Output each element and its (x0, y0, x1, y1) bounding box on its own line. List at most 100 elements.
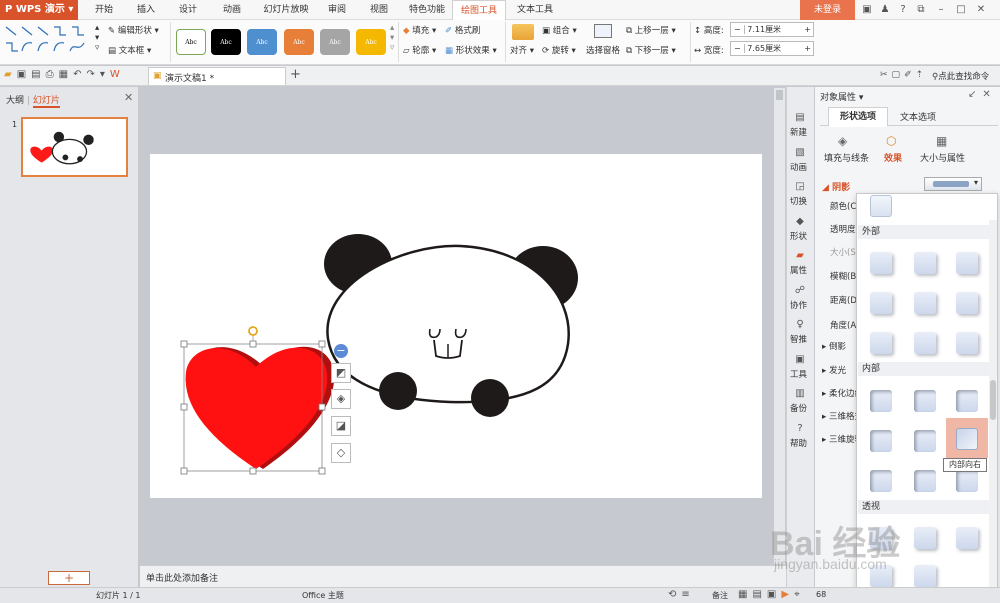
close-window-icon[interactable]: ✕ (972, 2, 990, 18)
scroll-thumb[interactable] (776, 90, 783, 100)
height-increment[interactable]: + (804, 23, 811, 36)
align-button[interactable]: 对齐 (510, 46, 527, 56)
slide-thumbnail[interactable] (21, 117, 128, 177)
vertical-scrollbar[interactable] (774, 88, 785, 564)
tab-view[interactable]: 视图 (362, 0, 396, 20)
shape-style-4[interactable]: Abc (284, 29, 314, 55)
selection-pane-button[interactable]: 选择窗格 (586, 44, 620, 56)
outer-shadow-cell[interactable] (870, 332, 892, 354)
tab-slides[interactable]: 幻灯片 (32, 96, 60, 108)
sidebar-transition-button[interactable]: 切换 (790, 195, 807, 207)
fill-tool-icon[interactable]: ◈ (331, 389, 351, 409)
bring-forward-button[interactable]: 上移一层 (635, 26, 669, 36)
maximize-icon[interactable]: □ (952, 2, 970, 18)
no-shadow-cell[interactable] (870, 195, 892, 217)
preview-icon[interactable]: ▦ (59, 69, 73, 80)
normal-view-icon[interactable]: ▦ (738, 589, 752, 600)
open-icon[interactable]: ▰ (4, 69, 17, 80)
outer-shadow-cell[interactable] (914, 292, 936, 314)
shirt-icon[interactable]: ♟ (876, 2, 894, 18)
sorter-view-icon[interactable]: ▤ (752, 589, 766, 600)
tab-drawing-tools[interactable]: 绘图工具 (452, 0, 506, 20)
inner-shadow-cell[interactable] (914, 430, 936, 452)
reset-icon[interactable]: ⟲ (668, 589, 681, 600)
tab-text-tools[interactable]: 文本工具 (510, 0, 560, 20)
perspective-shadow-cell[interactable] (914, 565, 936, 587)
gallery-scroll[interactable]: ▴ ▾ ▿ (95, 23, 99, 53)
sidebar-help-button[interactable]: 帮助 (790, 437, 807, 449)
line-shapes-gallery[interactable] (4, 23, 94, 59)
doc-icon[interactable]: ▢ (892, 70, 905, 80)
outline-button[interactable]: 轮廓 (412, 46, 429, 56)
collapse-icon[interactable]: ↙ (968, 89, 982, 100)
shadow-preset-dropdown[interactable]: ▾ (924, 177, 982, 191)
shape-style-2[interactable]: Abc (211, 29, 241, 55)
width-field[interactable]: − 7.65厘米 + (730, 41, 814, 56)
tab-animation[interactable]: 动画 (214, 0, 250, 20)
sidebar-tools-button[interactable]: 工具 (790, 368, 807, 380)
notes-area[interactable] (140, 565, 786, 587)
search-commands[interactable]: 点此查找命令 (938, 72, 989, 82)
help-icon[interactable]: ? (894, 2, 912, 18)
new-tab-button[interactable]: + (290, 67, 301, 82)
style-tool-icon[interactable]: ◩ (331, 363, 351, 383)
shape-style-1[interactable]: Abc (176, 29, 206, 55)
save-icon[interactable]: ▣ (17, 69, 31, 80)
notes-toggle-icon[interactable]: ≡ (681, 589, 694, 600)
outer-shadow-cell[interactable] (914, 332, 936, 354)
tab-text-options[interactable]: 文本选项 (900, 110, 936, 123)
textbox-button[interactable]: 文本框 (119, 46, 145, 56)
tab-outline[interactable]: 大纲 (6, 96, 24, 106)
shape-style-6[interactable]: Abc (356, 29, 386, 55)
shape-style-5[interactable]: Abc (320, 29, 350, 55)
reading-view-icon[interactable]: ▣ (767, 589, 781, 600)
skin-icon[interactable]: ▣ (858, 2, 876, 18)
outer-shadow-cell[interactable] (956, 292, 978, 314)
sidebar-collab-button[interactable]: 协作 (790, 299, 807, 311)
layers-tool-icon[interactable]: ◇ (331, 443, 351, 463)
sidebar-new-button[interactable]: 新建 (790, 126, 807, 138)
undo-icon[interactable]: ↶ (73, 69, 86, 80)
inner-shadow-cell[interactable] (870, 390, 892, 412)
inner-shadow-cell[interactable] (914, 470, 936, 492)
height-decrement[interactable]: − (731, 25, 745, 34)
tab-insert[interactable]: 插入 (128, 0, 164, 20)
tab-slideshow[interactable]: 幻灯片放映 (256, 0, 316, 20)
rotation-handle-icon[interactable] (248, 326, 258, 341)
collapsed-section-2[interactable]: ▸ 发光 (822, 364, 846, 376)
location-icon[interactable]: ⌖ (794, 589, 805, 600)
fill-button[interactable]: 填充 (412, 26, 429, 36)
inner-shadow-cell[interactable] (870, 470, 892, 492)
inner-shadow-cell[interactable] (956, 390, 978, 412)
edit-shape-button[interactable]: 编辑形状 (118, 26, 152, 36)
outline-tool-icon[interactable]: ◪ (331, 416, 351, 436)
style-gallery-scroll[interactable]: ▴ ▾ ▿ (390, 23, 394, 53)
collapsed-section-1[interactable]: ▸ 倒影 (822, 340, 846, 352)
export-icon[interactable]: ▤ (31, 69, 45, 80)
group-button[interactable]: 组合 (553, 26, 570, 36)
add-slide-button[interactable]: + (48, 571, 90, 585)
tab-features[interactable]: 特色功能 (402, 0, 452, 20)
rotate-button[interactable]: 旋转 (552, 46, 569, 56)
properties-title[interactable]: 对象属性 ▾ (820, 90, 863, 103)
shadow-section[interactable]: ◢ 阴影 (822, 180, 850, 193)
tab-shape-options[interactable]: 形状选项 (828, 107, 888, 127)
qa-more-icon[interactable]: ▾ (100, 69, 110, 80)
sub-effect[interactable]: 效果 (884, 151, 902, 164)
restore-icon[interactable]: ⧉ (912, 2, 930, 18)
sidebar-shape-button[interactable]: 形状 (790, 230, 807, 242)
inner-shadow-cell[interactable] (914, 390, 936, 412)
tab-review[interactable]: 审阅 (320, 0, 354, 20)
play-icon[interactable]: ▶ (781, 589, 794, 600)
perspective-shadow-cell[interactable] (914, 527, 936, 549)
sidebar-backup-button[interactable]: 备份 (790, 402, 807, 414)
login-button[interactable]: 未登录 (800, 0, 855, 20)
outer-shadow-cell[interactable] (956, 252, 978, 274)
redo-icon[interactable]: ↷ (86, 69, 99, 80)
close-panel-icon[interactable]: ✕ (124, 91, 133, 104)
inner-shadow-cell[interactable] (870, 430, 892, 452)
shape-effect-button[interactable]: 形状效果 (456, 46, 490, 56)
brush-icon[interactable]: ✐ (904, 70, 916, 80)
outer-shadow-cell[interactable] (870, 252, 892, 274)
document-tab[interactable]: ▣ 演示文稿1 * (148, 67, 286, 85)
